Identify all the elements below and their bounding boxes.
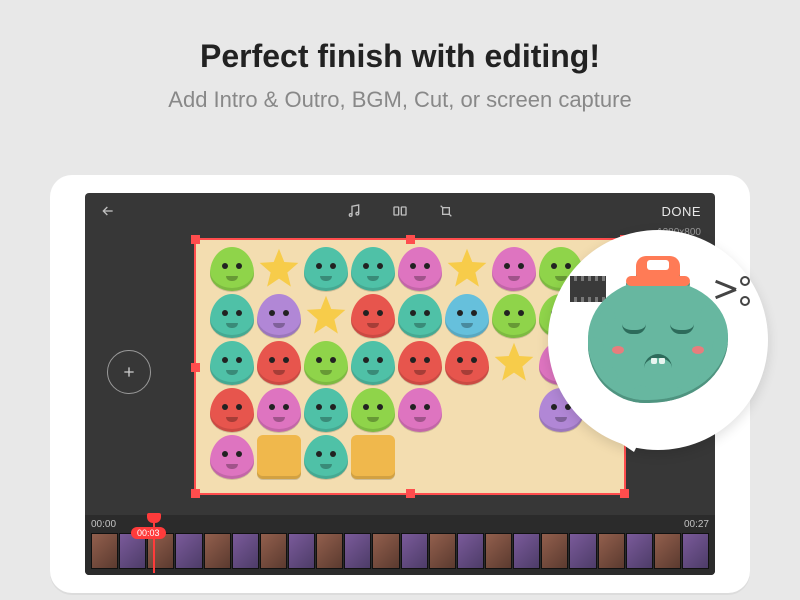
timeline-thumb[interactable] (626, 533, 653, 569)
game-tile (492, 388, 536, 432)
game-tile (398, 294, 442, 338)
game-tile (492, 294, 536, 338)
add-clip-button[interactable] (107, 350, 151, 394)
game-tile (539, 435, 583, 479)
crop-icon (438, 203, 454, 219)
game-tile (398, 388, 442, 432)
resize-handle[interactable] (191, 489, 200, 498)
scissors-icon (714, 278, 746, 304)
resize-handle[interactable] (406, 235, 415, 244)
timeline-thumb[interactable] (569, 533, 596, 569)
timeline[interactable]: 00:00 00:27 00:03 (85, 515, 715, 575)
hero-subtitle: Add Intro & Outro, BGM, Cut, or screen c… (0, 87, 800, 113)
game-tile (304, 294, 348, 338)
game-tile (445, 294, 489, 338)
mascot-body (588, 280, 728, 400)
editor-topbar: DONE (85, 193, 715, 229)
game-tile (210, 435, 254, 479)
game-tile (351, 435, 395, 479)
timeline-thumb[interactable] (682, 533, 709, 569)
resize-handle[interactable] (191, 235, 200, 244)
timeline-thumb[interactable] (232, 533, 259, 569)
game-tile (304, 435, 348, 479)
timeline-thumb[interactable] (598, 533, 625, 569)
split-icon (391, 203, 409, 219)
game-tile (257, 294, 301, 338)
game-tile (210, 247, 254, 291)
playhead-time: 00:03 (131, 527, 166, 539)
game-tile (492, 435, 536, 479)
timeline-thumb[interactable] (654, 533, 681, 569)
game-tile (351, 247, 395, 291)
game-tile (351, 341, 395, 385)
timeline-thumb[interactable] (401, 533, 428, 569)
timeline-thumb[interactable] (316, 533, 343, 569)
hero-title: Perfect finish with editing! (0, 38, 800, 75)
time-start: 00:00 (91, 519, 116, 530)
game-tile (210, 388, 254, 432)
timeline-thumb[interactable] (204, 533, 231, 569)
done-button[interactable]: DONE (661, 204, 701, 219)
game-tile (398, 435, 442, 479)
time-end: 00:27 (684, 519, 709, 530)
game-tile (445, 388, 489, 432)
game-tile (351, 388, 395, 432)
mascot-speech-bubble (548, 230, 768, 450)
back-icon (100, 203, 116, 219)
film-strip-icon (570, 276, 606, 302)
game-tile (351, 294, 395, 338)
split-button[interactable] (390, 201, 410, 221)
game-tile (304, 247, 348, 291)
time-scale: 00:00 00:27 (85, 515, 715, 533)
timeline-thumb[interactable] (513, 533, 540, 569)
game-tile (492, 247, 536, 291)
game-tile (257, 388, 301, 432)
timeline-track[interactable]: 00:03 (91, 533, 709, 569)
plus-icon (121, 364, 137, 380)
mascot (588, 280, 728, 400)
crop-button[interactable] (436, 201, 456, 221)
timeline-thumb[interactable] (260, 533, 287, 569)
game-tile (445, 247, 489, 291)
timeline-thumb[interactable] (372, 533, 399, 569)
timeline-thumb[interactable] (344, 533, 371, 569)
timeline-thumb[interactable] (485, 533, 512, 569)
game-tile (210, 294, 254, 338)
game-tile (445, 435, 489, 479)
back-button[interactable] (99, 202, 117, 220)
game-tile (210, 341, 254, 385)
game-tile (304, 388, 348, 432)
timeline-thumb[interactable] (288, 533, 315, 569)
game-tile (398, 341, 442, 385)
music-icon (346, 203, 362, 219)
mascot-hat (626, 256, 690, 286)
music-button[interactable] (344, 201, 364, 221)
game-tile (445, 341, 489, 385)
game-tile (398, 247, 442, 291)
resize-handle[interactable] (191, 363, 200, 372)
game-tile (492, 341, 536, 385)
timeline-thumb[interactable] (457, 533, 484, 569)
timeline-thumb[interactable] (541, 533, 568, 569)
game-tile (257, 435, 301, 479)
timeline-thumb[interactable] (175, 533, 202, 569)
game-tile (257, 247, 301, 291)
resize-handle[interactable] (620, 489, 629, 498)
game-tile (257, 341, 301, 385)
game-preview (210, 247, 583, 479)
resize-handle[interactable] (406, 489, 415, 498)
timeline-thumb[interactable] (91, 533, 118, 569)
timeline-thumb[interactable] (429, 533, 456, 569)
game-tile (304, 341, 348, 385)
